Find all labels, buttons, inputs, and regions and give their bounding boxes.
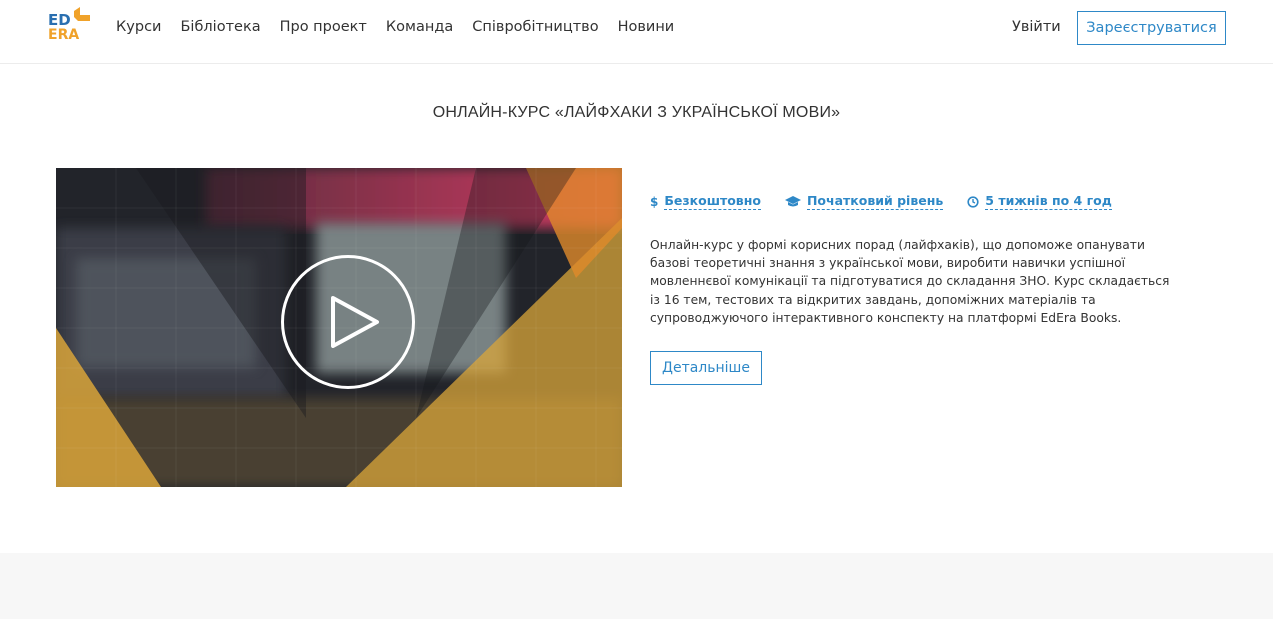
main-nav: Курси Бібліотека Про проект Команда Спів… [116,19,693,35]
course-video-thumbnail[interactable] [56,168,622,487]
dollar-icon: $ [650,194,659,209]
nav-item-cooperation[interactable]: Співробітництво [472,19,598,35]
logo-mark-icon [74,7,90,21]
course-level[interactable]: Початковий рівень [784,193,944,210]
course-meta: $ Безкоштовно Початковий рівень 5 тижнів… [650,193,1136,210]
page-title: ОНЛАЙН-КУРС «ЛАЙФХАКИ З УКРАЇНСЬКОЇ МОВИ… [432,104,841,121]
course-level-text: Початковий рівень [806,193,944,210]
graduation-cap-icon [784,195,801,208]
course-duration-text: 5 тижнів по 4 год [985,193,1112,210]
play-icon [331,296,379,348]
details-button[interactable]: Детальніше [650,351,762,385]
course-duration[interactable]: 5 тижнів по 4 год [967,193,1112,210]
nav-item-about[interactable]: Про проект [280,19,367,35]
nav-item-library[interactable]: Бібліотека [180,19,260,35]
edera-logo[interactable]: ED ERA [48,7,94,43]
nav-item-team[interactable]: Команда [386,19,453,35]
register-button[interactable]: Зареєструватися [1077,11,1226,45]
play-button[interactable] [281,255,415,389]
course-price[interactable]: $ Безкоштовно [650,193,761,210]
footer-band [0,553,1273,619]
logo-text-era: ERA [48,27,80,43]
course-price-text: Безкоштовно [664,193,761,210]
clock-icon [967,195,979,208]
nav-item-courses[interactable]: Курси [116,19,161,35]
site-header: ED ERA Курси Бібліотека Про проект Коман… [0,0,1273,64]
nav-item-news[interactable]: Новини [618,19,675,35]
course-description: Онлайн-курс у формі корисних порад (лайф… [650,238,1170,325]
login-link[interactable]: Увійти [1012,19,1061,35]
